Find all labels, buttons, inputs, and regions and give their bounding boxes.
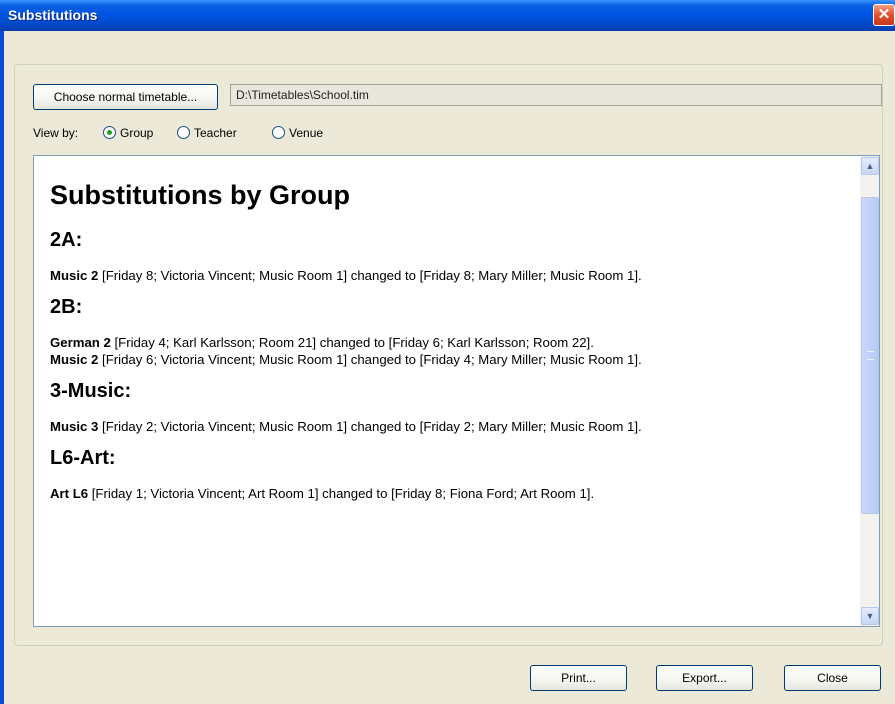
substitution-subject: Music 2 — [50, 268, 99, 283]
substitution-line: German 2 [Friday 4; Karl Karlsson; Room … — [50, 334, 850, 351]
export-button[interactable]: Export... — [656, 665, 753, 691]
substitutions-dialog: Substitutions ✕ Choose normal timetable.… — [0, 0, 895, 704]
substitution-list: German 2 [Friday 4; Karl Karlsson; Room … — [50, 334, 850, 368]
report-view[interactable]: Substitutions by Group 2A: Music 2 [Frid… — [33, 155, 880, 627]
scroll-down-icon[interactable]: ▼ — [861, 607, 879, 625]
report-body: Substitutions by Group 2A: Music 2 [Frid… — [50, 173, 850, 510]
radio-group[interactable] — [103, 126, 116, 139]
radio-group-label[interactable]: Group — [120, 126, 153, 140]
title-bar[interactable]: Substitutions ✕ — [0, 0, 895, 31]
substitution-line: Music 3 [Friday 2; Victoria Vincent; Mus… — [50, 418, 850, 435]
substitution-detail: [Friday 8; Victoria Vincent; Music Room … — [98, 268, 642, 283]
group-heading: 3-Music: — [50, 380, 132, 402]
substitution-list: Art L6 [Friday 1; Victoria Vincent; Art … — [50, 485, 850, 502]
radio-venue[interactable] — [272, 126, 285, 139]
substitution-list: Music 3 [Friday 2; Victoria Vincent; Mus… — [50, 418, 850, 435]
choose-timetable-button[interactable]: Choose normal timetable... — [33, 84, 218, 110]
grip-icon — [867, 351, 874, 360]
substitution-subject: German 2 — [50, 335, 111, 350]
print-button[interactable]: Print... — [530, 665, 627, 691]
group-heading: 2A: — [50, 229, 83, 251]
substitution-detail: [Friday 6; Victoria Vincent; Music Room … — [98, 352, 642, 367]
report-title: Substitutions by Group — [50, 180, 350, 210]
radio-venue-label[interactable]: Venue — [289, 126, 323, 140]
group-heading: L6-Art: — [50, 447, 116, 469]
substitution-line: Music 2 [Friday 8; Victoria Vincent; Mus… — [50, 267, 850, 284]
substitution-detail: [Friday 4; Karl Karlsson; Room 21] chang… — [110, 335, 594, 350]
timetable-path-field: D:\Timetables\School.tim — [230, 84, 882, 106]
substitution-subject: Art L6 — [50, 486, 89, 501]
substitution-subject: Music 3 — [50, 419, 99, 434]
window-title: Substitutions — [8, 7, 98, 23]
vertical-scrollbar[interactable]: ▲ ▼ — [860, 156, 879, 626]
scroll-thumb[interactable] — [861, 197, 879, 514]
radio-selected-dot — [107, 130, 112, 135]
radio-teacher-label[interactable]: Teacher — [194, 126, 237, 140]
substitution-list: Music 2 [Friday 8; Victoria Vincent; Mus… — [50, 267, 850, 284]
substitution-line: Music 2 [Friday 6; Victoria Vincent; Mus… — [50, 351, 850, 368]
substitution-line: Art L6 [Friday 1; Victoria Vincent; Art … — [50, 485, 850, 502]
window-frame-left — [0, 31, 4, 704]
substitution-detail: [Friday 1; Victoria Vincent; Art Room 1]… — [88, 486, 595, 501]
view-by-label: View by: — [33, 126, 79, 140]
scroll-up-icon[interactable]: ▲ — [861, 157, 879, 175]
window-close-button[interactable]: ✕ — [873, 4, 895, 26]
radio-teacher[interactable] — [177, 126, 190, 139]
group-heading: 2B: — [50, 296, 83, 318]
close-button[interactable]: Close — [784, 665, 881, 691]
substitution-subject: Music 2 — [50, 352, 99, 367]
substitution-detail: [Friday 2; Victoria Vincent; Music Room … — [98, 419, 642, 434]
